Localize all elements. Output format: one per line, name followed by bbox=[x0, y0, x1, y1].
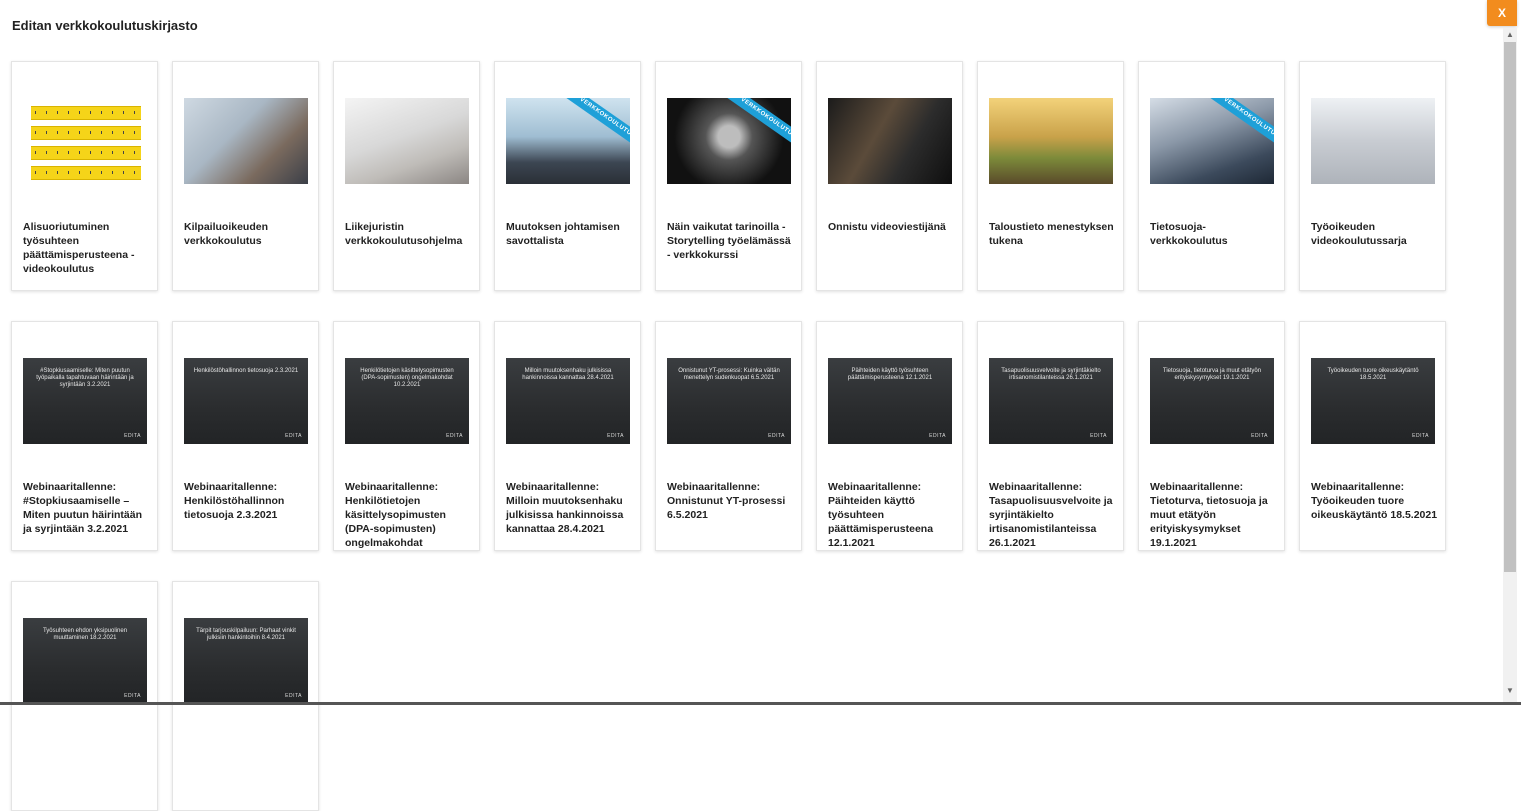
course-card[interactable]: Päihteiden käyttö työsuhteen päättämispe… bbox=[816, 321, 963, 551]
course-card[interactable]: Taloustieto menestyksen tukena bbox=[977, 61, 1124, 291]
course-card[interactable]: Onnistu videoviestijänä bbox=[816, 61, 963, 291]
webinar-thumb-text: Henkilötietojen käsittelysopimusten (DPA… bbox=[360, 368, 454, 388]
verkkokoulutus-ribbon: VERKKOKOULUTUS bbox=[566, 98, 630, 150]
course-thumbnail[interactable]: #Stopkiusaamiselle: Miten puutun työpaik… bbox=[23, 358, 147, 444]
course-title[interactable]: Onnistu videoviestijänä bbox=[828, 220, 956, 234]
course-card[interactable]: Liikejuristin verkkokoulutusohjelma bbox=[333, 61, 480, 291]
course-thumbnail[interactable] bbox=[828, 98, 952, 184]
edita-logo: EDITA bbox=[929, 433, 946, 439]
course-thumbnail[interactable] bbox=[989, 98, 1113, 184]
course-thumbnail[interactable]: Onnistunut YT-prosessi: Kuinka vältän me… bbox=[667, 358, 791, 444]
course-title[interactable]: Webinaaritallenne: Milloin muutoksenhaku… bbox=[506, 480, 634, 536]
edita-logo: EDITA bbox=[768, 433, 785, 439]
course-thumbnail[interactable]: Henkilötietojen käsittelysopimusten (DPA… bbox=[345, 358, 469, 444]
course-card[interactable]: Henkilötietojen käsittelysopimusten (DPA… bbox=[333, 321, 480, 551]
webinar-thumb-text: Tärpit tarjouskilpailuun: Parhaat vinkit… bbox=[196, 628, 296, 641]
course-title[interactable]: Alisuoriutuminen työsuhteen päättämisper… bbox=[23, 220, 151, 276]
edita-logo: EDITA bbox=[1251, 433, 1268, 439]
measuring-tape-strip bbox=[31, 166, 141, 180]
course-card[interactable]: Työoikeuden tuore oikeuskäytäntö 18.5.20… bbox=[1299, 321, 1446, 551]
course-card[interactable]: Alisuoriutuminen työsuhteen päättämisper… bbox=[11, 61, 158, 291]
measuring-tape-strip bbox=[31, 106, 141, 120]
course-title[interactable]: Näin vaikutat tarinoilla - Storytelling … bbox=[667, 220, 795, 262]
edita-logo: EDITA bbox=[1090, 433, 1107, 439]
course-card[interactable]: Työoikeuden videokoulutussarja bbox=[1299, 61, 1446, 291]
course-card[interactable]: #Stopkiusaamiselle: Miten puutun työpaik… bbox=[11, 321, 158, 551]
course-card[interactable]: Henkilöstöhallinnon tietosuoja 2.3.2021 E… bbox=[172, 321, 319, 551]
course-card[interactable]: Kilpailuoikeuden verkkokoulutus bbox=[172, 61, 319, 291]
measuring-tape-strip bbox=[31, 146, 141, 160]
webinar-thumb-text: Tasapuolisuusvelvoite ja syrjintäkielto … bbox=[1001, 368, 1101, 381]
course-thumbnail[interactable]: VERKKOKOULUTUS bbox=[1150, 98, 1274, 184]
course-title[interactable]: Webinaaritallenne: Päihteiden käyttö työ… bbox=[828, 480, 956, 550]
edita-logo: EDITA bbox=[285, 433, 302, 439]
webinar-thumb-text: #Stopkiusaamiselle: Miten puutun työpaik… bbox=[36, 368, 134, 388]
course-thumbnail[interactable]: Päihteiden käyttö työsuhteen päättämispe… bbox=[828, 358, 952, 444]
course-title[interactable]: Taloustieto menestyksen tukena bbox=[989, 220, 1117, 248]
course-thumbnail[interactable]: Työoikeuden tuore oikeuskäytäntö 18.5.20… bbox=[1311, 358, 1435, 444]
course-grid: Alisuoriutuminen työsuhteen päättämisper… bbox=[11, 61, 1471, 811]
course-thumbnail[interactable] bbox=[23, 98, 147, 184]
course-title[interactable]: Liikejuristin verkkokoulutusohjelma bbox=[345, 220, 473, 248]
edita-logo: EDITA bbox=[607, 433, 624, 439]
course-card[interactable]: Tietosuoja, tietoturva ja muut etätyön e… bbox=[1138, 321, 1285, 551]
edita-logo: EDITA bbox=[285, 693, 302, 699]
edita-logo: EDITA bbox=[124, 693, 141, 699]
course-card[interactable]: Onnistunut YT-prosessi: Kuinka vältän me… bbox=[655, 321, 802, 551]
webinar-thumb-text: Onnistunut YT-prosessi: Kuinka vältän me… bbox=[678, 368, 780, 381]
course-card[interactable]: VERKKOKOULUTUS Näin vaikutat tarinoilla -… bbox=[655, 61, 802, 291]
course-card[interactable]: VERKKOKOULUTUS Tietosuoja-verkkokoulutus bbox=[1138, 61, 1285, 291]
course-thumbnail[interactable]: VERKKOKOULUTUS bbox=[667, 98, 791, 184]
course-title[interactable]: Tietosuoja-verkkokoulutus bbox=[1150, 220, 1278, 248]
course-thumbnail[interactable]: Milloin muutoksenhaku julkisissa hankinn… bbox=[506, 358, 630, 444]
course-thumbnail[interactable]: VERKKOKOULUTUS bbox=[506, 98, 630, 184]
course-card[interactable]: Milloin muutoksenhaku julkisissa hankinn… bbox=[494, 321, 641, 551]
course-card[interactable]: Tasapuolisuusvelvoite ja syrjintäkielto … bbox=[977, 321, 1124, 551]
edita-logo: EDITA bbox=[1412, 433, 1429, 439]
webinar-thumb-text: Milloin muutoksenhaku julkisissa hankinn… bbox=[522, 368, 614, 381]
course-title[interactable]: Webinaaritallenne: Henkilötietojen käsit… bbox=[345, 480, 473, 550]
scroll-down-icon[interactable]: ▼ bbox=[1503, 684, 1517, 696]
scroll-up-icon[interactable]: ▲ bbox=[1503, 28, 1517, 40]
course-title[interactable]: Webinaaritallenne: Henkilöstöhallinnon t… bbox=[184, 480, 312, 522]
course-title[interactable]: Webinaaritallenne: Tietoturva, tietosuoj… bbox=[1150, 480, 1278, 550]
course-title[interactable]: Muutoksen johtamisen savottalista bbox=[506, 220, 634, 248]
course-thumbnail[interactable]: Tasapuolisuusvelvoite ja syrjintäkielto … bbox=[989, 358, 1113, 444]
webinar-thumb-text: Päihteiden käyttö työsuhteen päättämispe… bbox=[847, 368, 933, 381]
close-button[interactable]: X bbox=[1487, 0, 1517, 26]
scrollbar-thumb[interactable] bbox=[1504, 42, 1516, 572]
course-title[interactable]: Kilpailuoikeuden verkkokoulutus bbox=[184, 220, 312, 248]
course-card[interactable]: Tärpit tarjouskilpailuun: Parhaat vinkit… bbox=[172, 581, 319, 811]
course-title[interactable]: Työoikeuden videokoulutussarja bbox=[1311, 220, 1439, 248]
course-thumbnail[interactable] bbox=[1311, 98, 1435, 184]
course-thumbnail[interactable] bbox=[345, 98, 469, 184]
scrollbar[interactable]: ▲ ▼ bbox=[1503, 28, 1517, 703]
verkkokoulutus-ribbon: VERKKOKOULUTUS bbox=[727, 98, 791, 150]
webinar-thumb-text: Henkilöstöhallinnon tietosuoja 2.3.2021 bbox=[193, 368, 299, 374]
webinar-thumb-text: Tietosuoja, tietoturva ja muut etätyön e… bbox=[1162, 368, 1262, 381]
course-title[interactable]: Webinaaritallenne: Tasapuolisuusvelvoite… bbox=[989, 480, 1117, 550]
course-card[interactable]: Työsuhteen ehdon yksipuolinen muuttamine… bbox=[11, 581, 158, 811]
course-thumbnail[interactable]: Työsuhteen ehdon yksipuolinen muuttamine… bbox=[23, 618, 147, 704]
measuring-tape-strip bbox=[31, 126, 141, 140]
verkkokoulutus-ribbon: VERKKOKOULUTUS bbox=[1210, 98, 1274, 150]
course-card[interactable]: VERKKOKOULUTUS Muutoksen johtamisen savot… bbox=[494, 61, 641, 291]
modal-title: Editan verkkokoulutuskirjasto bbox=[12, 18, 198, 33]
course-title[interactable]: Webinaaritallenne: Työoikeuden tuore oik… bbox=[1311, 480, 1439, 522]
edita-logo: EDITA bbox=[446, 433, 463, 439]
course-title[interactable]: Webinaaritallenne: #Stopkiusaamiselle – … bbox=[23, 480, 151, 536]
course-thumbnail[interactable] bbox=[184, 98, 308, 184]
course-title[interactable]: Webinaaritallenne: Onnistunut YT-prosess… bbox=[667, 480, 795, 522]
edita-logo: EDITA bbox=[124, 433, 141, 439]
course-thumbnail[interactable]: Tärpit tarjouskilpailuun: Parhaat vinkit… bbox=[184, 618, 308, 704]
webinar-thumb-text: Työsuhteen ehdon yksipuolinen muuttamine… bbox=[42, 628, 128, 641]
course-thumbnail[interactable]: Henkilöstöhallinnon tietosuoja 2.3.2021 E… bbox=[184, 358, 308, 444]
webinar-thumb-text: Työoikeuden tuore oikeuskäytäntö 18.5.20… bbox=[1327, 368, 1419, 381]
course-thumbnail[interactable]: Tietosuoja, tietoturva ja muut etätyön e… bbox=[1150, 358, 1274, 444]
